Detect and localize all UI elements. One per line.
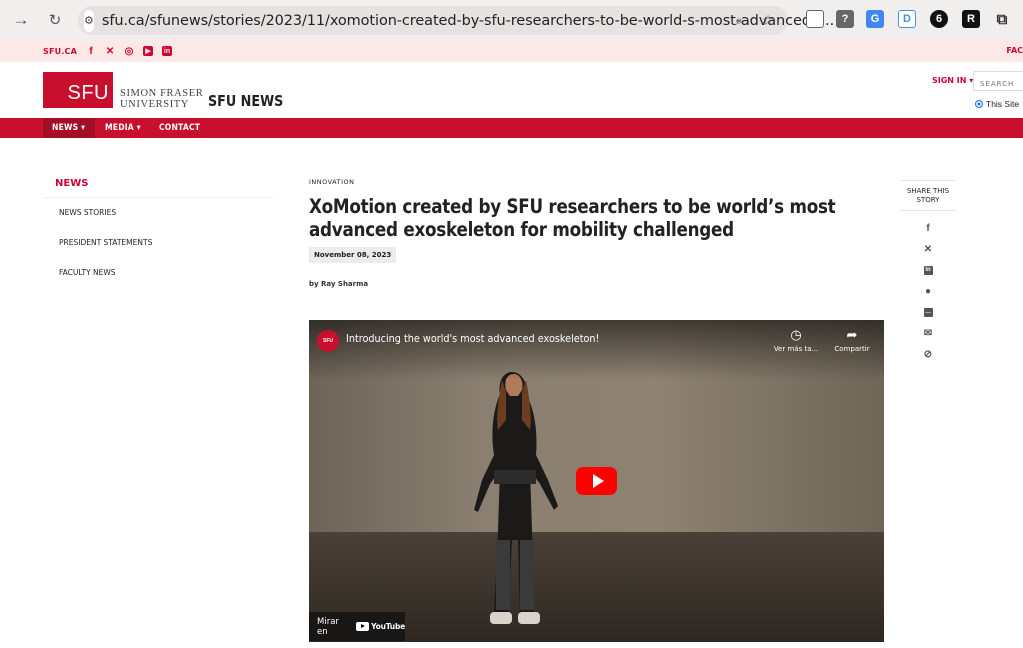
sfu-logo[interactable]: SFU	[43, 72, 113, 108]
youtube-video-embed[interactable]: SFU Introducing the world's most advance…	[309, 320, 884, 642]
share-arrow-icon: ➦	[846, 328, 858, 343]
share-email-icon[interactable]: ✉	[900, 323, 956, 344]
main-nav: NEWS ▾ MEDIA ▾ CONTACT	[0, 118, 1023, 138]
nav-contact[interactable]: CONTACT	[159, 123, 200, 133]
search-scope-radio[interactable]: This Site	[975, 99, 1019, 109]
extensions-puzzle-icon[interactable]: ⧉	[993, 10, 1011, 28]
extension-r-icon[interactable]: R	[962, 10, 980, 28]
site-settings-icon[interactable]: ⚙	[84, 9, 94, 32]
video-title[interactable]: Introducing the world's most advanced ex…	[346, 333, 599, 345]
screen-capture-extension-icon[interactable]: D	[898, 10, 916, 28]
youtube-logo: YouTube	[356, 622, 405, 631]
share-sms-icon[interactable]: …	[900, 302, 956, 323]
share-heading-line-1: SHARE THIS	[906, 187, 950, 195]
share-facebook-icon[interactable]: f	[900, 218, 956, 239]
share-reddit-icon[interactable]: ●	[900, 281, 956, 302]
x-icon[interactable]: ✕	[105, 46, 115, 57]
facebook-icon[interactable]: f	[86, 46, 96, 57]
utility-bar: SFU.CA f ✕ ◎ ▶ in FAC	[0, 40, 1023, 62]
youtube-play-icon	[356, 622, 370, 631]
site-header: SFU SIMON FRASER UNIVERSITY SFU NEWS SIG…	[0, 62, 1023, 118]
youtube-icon[interactable]: ▶	[143, 46, 154, 56]
nav-media[interactable]: MEDIA ▾	[105, 123, 141, 133]
linkedin-icon[interactable]: in	[162, 46, 173, 56]
play-button[interactable]	[576, 467, 617, 495]
search-input[interactable]	[973, 71, 1023, 91]
sidebar-heading[interactable]: NEWS	[43, 178, 273, 198]
forward-arrow-icon[interactable]: →	[10, 9, 32, 31]
article: INNOVATION XoMotion created by SFU resea…	[309, 178, 884, 288]
share-heading-line-2: STORY	[916, 195, 940, 204]
radio-icon[interactable]	[975, 100, 983, 108]
article-category[interactable]: INNOVATION	[309, 178, 884, 186]
sfu-logo-text: SFU	[67, 82, 109, 104]
url-text[interactable]: sfu.ca/sfunews/stories/2023/11/xomotion-…	[102, 13, 834, 29]
sfu-ca-link[interactable]: SFU.CA	[43, 47, 77, 56]
article-date: November 08, 2023	[309, 247, 397, 263]
sign-in-button[interactable]: SIGN IN ▾	[932, 76, 973, 85]
clock-icon: ◷	[790, 328, 802, 343]
video-frame-person	[474, 372, 558, 624]
site-title[interactable]: SFU NEWS	[208, 92, 283, 110]
article-headline: XoMotion created by SFU researchers to b…	[309, 195, 836, 241]
translate-extension-icon[interactable]: G	[866, 10, 884, 28]
address-bar[interactable]: ⚙ sfu.ca/sfunews/stories/2023/11/xomotio…	[78, 6, 834, 35]
instagram-icon[interactable]: ◎	[124, 46, 134, 57]
watch-later-label: Ver más ta...	[773, 345, 819, 353]
sidebar-item-president-statements[interactable]: PRESIDENT STATEMENTS	[43, 228, 273, 258]
faculty-link[interactable]: FAC	[1006, 46, 1023, 55]
share-panel: SHARE THIS STORY f ✕ in ● … ✉ ⊘	[900, 180, 956, 365]
nav-news[interactable]: NEWS ▾	[52, 123, 85, 133]
zoom-icon[interactable]: ⌕	[729, 10, 749, 30]
section-sidebar: NEWS NEWS STORIES PRESIDENT STATEMENTS F…	[43, 178, 273, 288]
url-host: sfu.ca	[101, 12, 145, 29]
share-linkedin-icon[interactable]: in	[900, 260, 956, 281]
share-link-icon[interactable]: ⊘	[900, 344, 956, 365]
watch-on-label: Mirar en	[317, 616, 339, 637]
extension-6-icon[interactable]: 6	[930, 10, 948, 28]
browser-toolbar: → ↻ ⚙ sfu.ca/sfunews/stories/2023/11/xom…	[0, 0, 1023, 40]
university-line-1: SIMON FRASER	[120, 88, 204, 99]
share-heading: SHARE THIS STORY	[900, 180, 956, 211]
watch-later-button[interactable]: ◷ Ver más ta...	[771, 328, 821, 353]
university-line-2: UNIVERSITY	[120, 99, 189, 110]
youtube-logo-text: YouTube	[371, 622, 405, 631]
share-x-icon[interactable]: ✕	[900, 239, 956, 260]
sidebar-item-faculty-news[interactable]: FACULTY NEWS	[43, 258, 273, 288]
help-extension-icon[interactable]: ?	[836, 10, 854, 28]
bookmark-star-icon[interactable]: ☆	[758, 10, 778, 30]
sidebar-item-news-stories[interactable]: NEWS STORIES	[43, 198, 273, 228]
reload-icon[interactable]: ↻	[44, 9, 66, 31]
reader-mode-icon[interactable]	[806, 10, 824, 28]
search-scope-label: This Site	[986, 99, 1020, 109]
channel-avatar[interactable]: SFU	[317, 330, 339, 352]
video-share-label: Compartir	[834, 345, 870, 353]
article-byline: by Ray Sharma	[309, 280, 369, 288]
video-share-button[interactable]: ➦ Compartir	[827, 328, 877, 353]
university-name: SIMON FRASER UNIVERSITY	[120, 88, 203, 110]
watch-on-youtube-button[interactable]: Mirar en YouTube	[309, 612, 405, 641]
